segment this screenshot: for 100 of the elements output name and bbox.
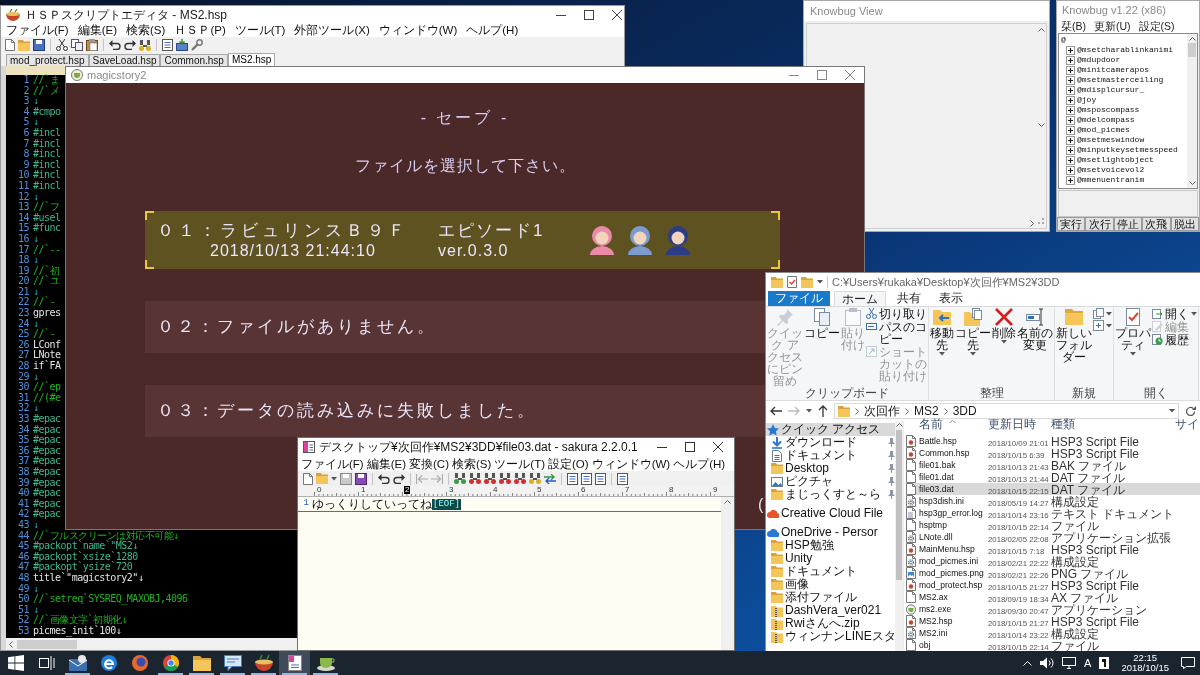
debug-button[interactable]: 実行: [1057, 217, 1086, 231]
tree-item[interactable]: @msetmeswindow: [1077, 135, 1145, 145]
menu-item[interactable]: ウィンドウ(W): [378, 24, 458, 37]
menu-item[interactable]: 設定(S): [1138, 19, 1175, 33]
save-icon[interactable]: [355, 472, 367, 485]
nav-item[interactable]: 添付ファイル: [766, 591, 895, 604]
swap-arrows-icon[interactable]: [544, 473, 556, 484]
binoculars-icon[interactable]: [514, 473, 526, 484]
menu-item[interactable]: 検索(S): [452, 456, 492, 471]
column-header[interactable]: 種類: [1051, 417, 1075, 431]
caret-icon[interactable]: [1169, 409, 1175, 413]
menu-item[interactable]: ツール(T): [234, 24, 286, 37]
undo-icon[interactable]: [109, 40, 121, 50]
expand-icon[interactable]: [1066, 115, 1075, 125]
tree-item[interactable]: @msposcompass: [1077, 105, 1140, 115]
ribbon-button[interactable]: 切り取り: [866, 308, 927, 320]
column-header[interactable]: サイ: [1175, 417, 1199, 431]
nav-item[interactable]: ドキュメント: [766, 449, 895, 462]
caret-icon[interactable]: [806, 409, 812, 413]
binoculars-icon[interactable]: [499, 473, 511, 484]
ribbon-button[interactable]: 履歴: [1152, 334, 1197, 346]
ribbon-tab[interactable]: 表示: [932, 291, 970, 306]
tree-item[interactable]: @mdupdoor: [1077, 55, 1121, 65]
ribbon-button[interactable]: 削除: [992, 308, 1016, 387]
ribbon-button[interactable]: 新しいフォルダー: [1056, 308, 1092, 387]
caret-icon[interactable]: [331, 476, 337, 481]
tree-item[interactable]: @: [1061, 35, 1066, 45]
ribbon-button[interactable]: 移動先: [930, 308, 954, 387]
scroll-thumb[interactable]: [896, 430, 902, 580]
nav-item[interactable]: HSP勉強: [766, 539, 895, 552]
expand-icon[interactable]: [1066, 55, 1075, 65]
scroll-thumb[interactable]: [17, 639, 77, 649]
tree-item[interactable]: @msetlightobject: [1077, 155, 1154, 165]
scroll-up-icon[interactable]: [895, 423, 903, 427]
checked-document-icon[interactable]: [787, 276, 797, 288]
tree-item[interactable]: @mmenuentranim: [1077, 175, 1145, 185]
expand-icon[interactable]: [1066, 155, 1075, 165]
maximize-icon[interactable]: [584, 10, 594, 20]
tree-item[interactable]: @mdelcompass: [1077, 115, 1135, 125]
debug-button[interactable]: 次行: [1085, 217, 1114, 231]
ribbon-button[interactable]: コピー先: [955, 308, 991, 387]
nav-item[interactable]: DashVera_ver021: [766, 604, 895, 617]
nav-item[interactable]: Rwiさんへ.zip: [766, 617, 895, 630]
input-mode-indicator[interactable]: A: [1084, 657, 1092, 669]
expand-icon[interactable]: [1066, 45, 1075, 55]
scroll-up-icon[interactable]: [724, 500, 731, 504]
expand-icon[interactable]: [1066, 145, 1075, 155]
save-slot[interactable]: ０１：ラビュリンスＢ９Ｆ エピソード1 2018/10/13 21:44:10 ver.0.3.0: [145, 211, 780, 269]
redo-icon[interactable]: [124, 40, 136, 50]
back-icon[interactable]: [770, 406, 782, 416]
tree-item[interactable]: @msetcharablinkanimi: [1077, 45, 1173, 55]
breadcrumb[interactable]: 3DD: [952, 404, 977, 418]
menu-item[interactable]: ヘルプ(H): [466, 24, 519, 37]
minimize-icon[interactable]: [657, 446, 667, 448]
nav-item[interactable]: Desktop: [766, 462, 895, 475]
expand-icon[interactable]: [1066, 175, 1075, 185]
file-tab[interactable]: MS2.hsp: [227, 53, 276, 66]
up-arrow-icon[interactable]: [818, 405, 828, 417]
minimize-icon[interactable]: [556, 14, 566, 16]
nav-item[interactable]: 画像: [766, 578, 895, 591]
expand-icon[interactable]: [1066, 105, 1075, 115]
expand-icon[interactable]: [1066, 75, 1075, 85]
tree-item[interactable]: @minitcamerapos: [1077, 65, 1149, 75]
expand-icon[interactable]: [1066, 165, 1075, 175]
inbox-arrow-icon[interactable]: [176, 39, 188, 51]
binoculars-icon[interactable]: [139, 39, 151, 51]
ribbon-button[interactable]: プロパティ: [1115, 308, 1151, 387]
binoculars-icon[interactable]: [529, 473, 541, 484]
vertical-scrollbar[interactable]: [895, 421, 903, 651]
scroll-up-icon[interactable]: [1037, 28, 1045, 32]
scissors-icon[interactable]: [56, 39, 68, 51]
menu-item[interactable]: ＨＳＰ(P): [174, 24, 226, 37]
taskbar-button[interactable]: [279, 651, 310, 675]
save-icon[interactable]: [33, 39, 45, 51]
ribbon-button[interactable]: [1093, 320, 1112, 331]
menu-item[interactable]: ヘルプ(H): [673, 456, 726, 471]
scroll-up-icon[interactable]: [1188, 37, 1196, 41]
close-icon[interactable]: [713, 442, 723, 452]
expand-icon[interactable]: [1066, 125, 1075, 135]
save-slot[interactable]: ０２：ファイルがありません。: [145, 301, 765, 353]
expand-icon[interactable]: [1066, 85, 1075, 95]
menu-item[interactable]: 外部ツール(X): [294, 24, 370, 37]
ribbon-button[interactable]: 開く: [1152, 308, 1197, 320]
expand-icon[interactable]: [1066, 95, 1075, 105]
binoculars-icon[interactable]: [469, 473, 481, 484]
menu-item[interactable]: 変換(C): [409, 456, 449, 471]
menu-item[interactable]: 編集(E): [366, 456, 407, 471]
nav-item[interactable]: クイック アクセス: [766, 423, 895, 436]
menu-item[interactable]: 栞(B): [1061, 19, 1086, 33]
vertical-scrollbar[interactable]: [721, 497, 734, 650]
menu-item[interactable]: 検索(S): [126, 24, 166, 37]
tree-item[interactable]: @mod_picmes: [1077, 125, 1130, 135]
column-header[interactable]: 名前: [919, 417, 943, 431]
file-tab[interactable]: Common.hsp: [160, 54, 228, 66]
nav-item[interactable]: まじっくすと～ら: [766, 488, 895, 501]
tree-item[interactable]: @msetmasterceiling: [1077, 75, 1164, 85]
tree-item[interactable]: @mdisplcursur_: [1077, 85, 1145, 95]
binoculars-icon[interactable]: [454, 473, 466, 484]
nav-item[interactable]: ダウンロード: [766, 436, 895, 449]
nav-item[interactable]: Unity: [766, 552, 895, 565]
